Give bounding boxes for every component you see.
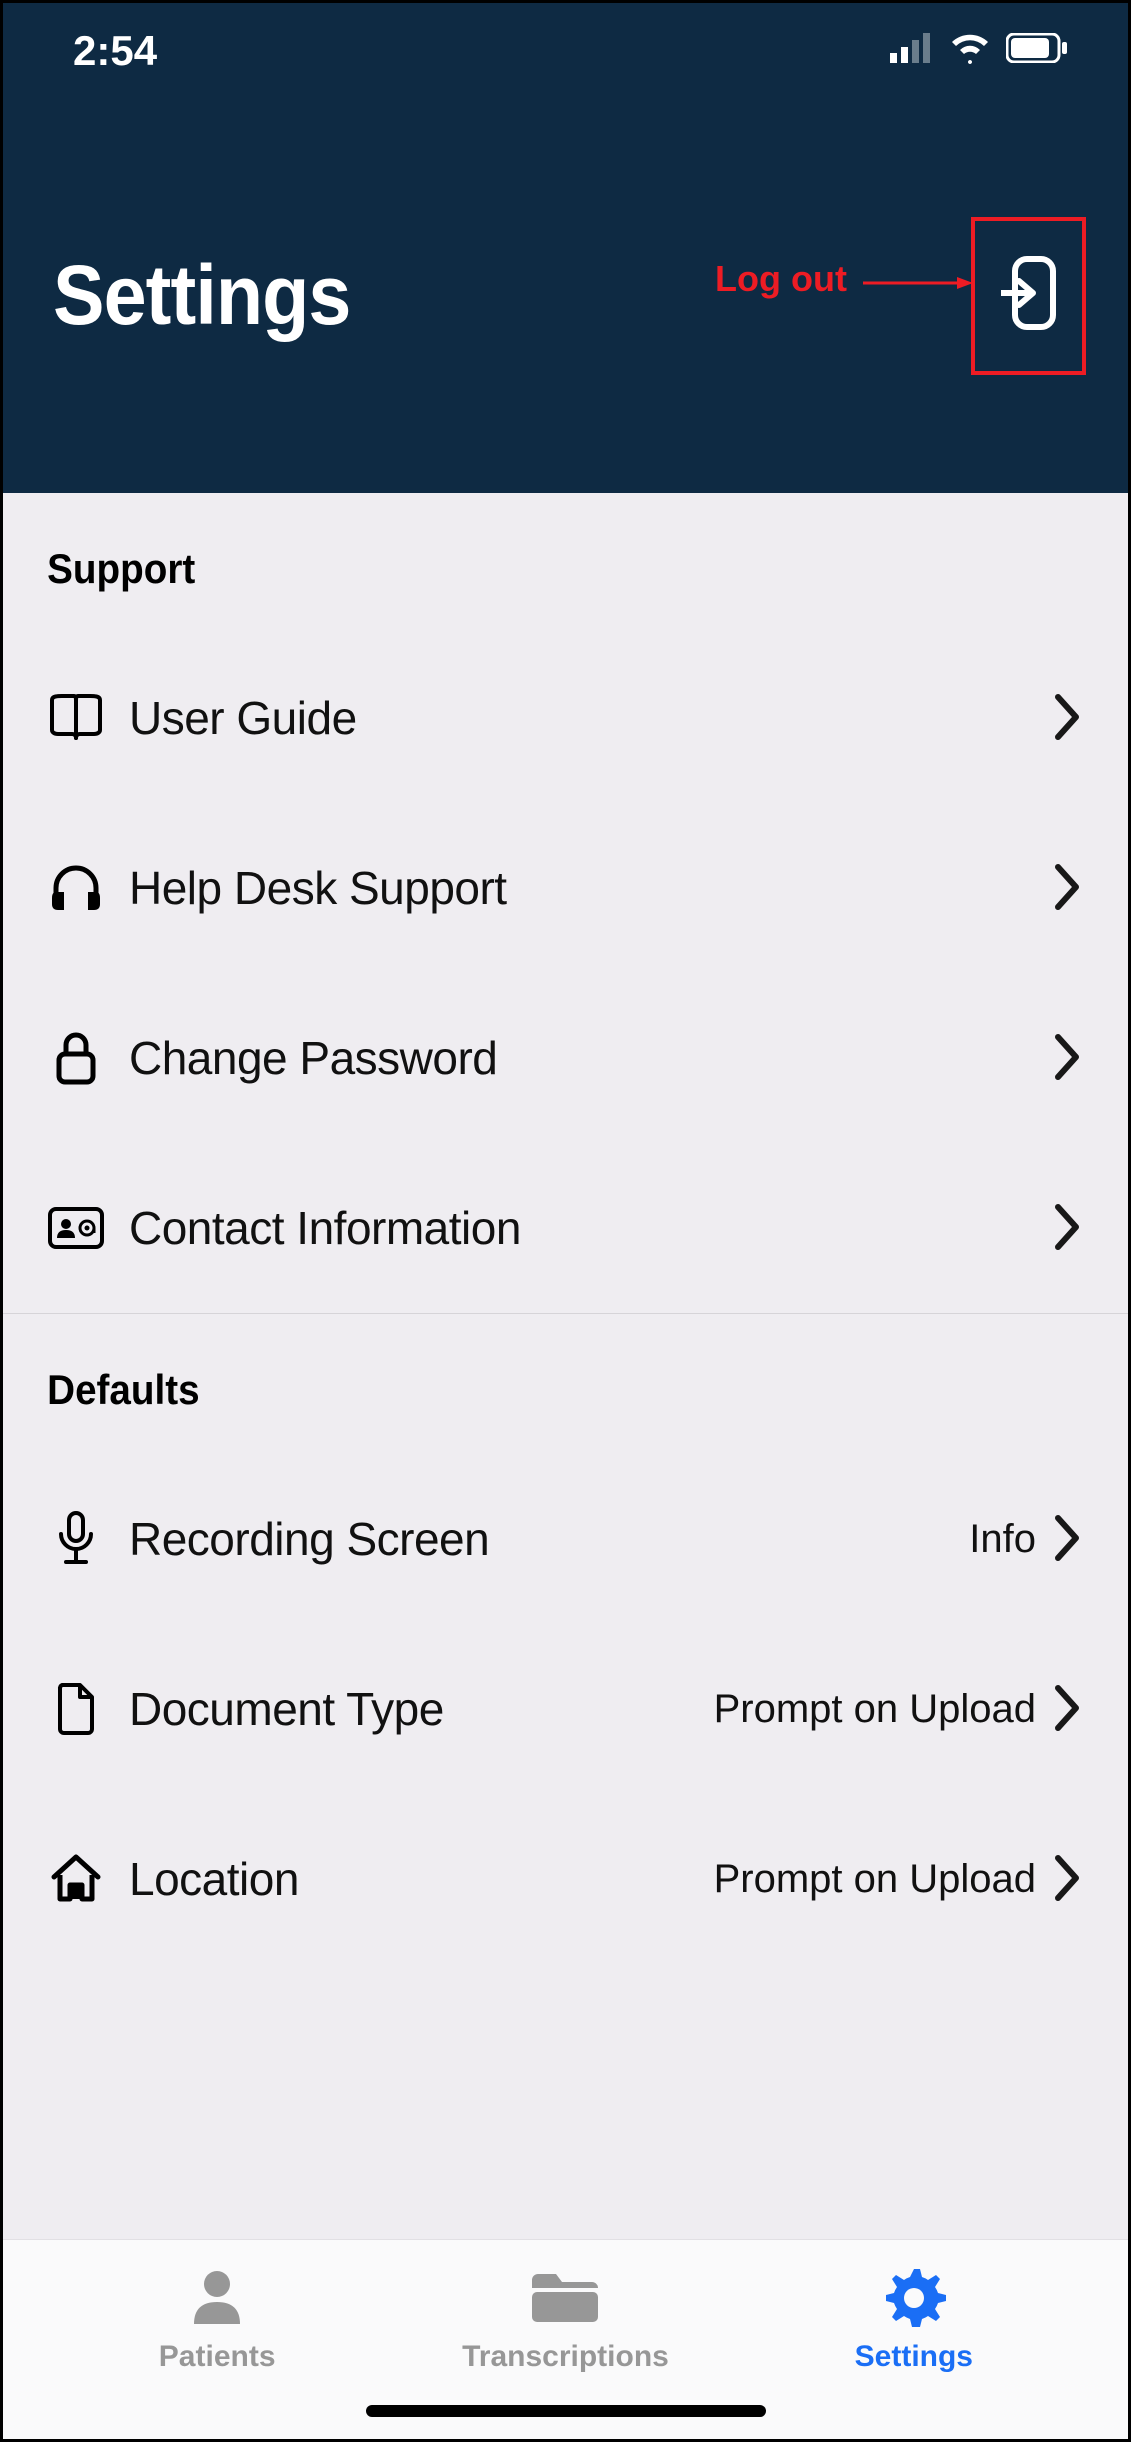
gear-icon bbox=[877, 2266, 951, 2328]
microphone-icon bbox=[47, 1510, 105, 1568]
item-value: Prompt on Upload bbox=[714, 1687, 1036, 1732]
header: Settings Log out bbox=[3, 98, 1128, 493]
logout-annotation-text: Log out bbox=[715, 258, 847, 300]
chevron-right-icon bbox=[1054, 863, 1084, 913]
chevron-right-icon bbox=[1054, 693, 1084, 743]
status-bar: 2:54 bbox=[3, 3, 1128, 98]
tab-transcriptions[interactable]: Transcriptions bbox=[391, 2266, 739, 2374]
item-label: Change Password bbox=[129, 1031, 1054, 1085]
chevron-right-icon bbox=[1054, 1514, 1084, 1564]
section-header-defaults: Defaults bbox=[3, 1314, 1038, 1454]
lock-icon bbox=[47, 1029, 105, 1087]
chevron-right-icon bbox=[1054, 1684, 1084, 1734]
item-location[interactable]: Location Prompt on Upload bbox=[3, 1794, 1128, 1964]
item-value: Prompt on Upload bbox=[714, 1857, 1036, 1902]
home-indicator[interactable] bbox=[366, 2405, 766, 2417]
item-recording-screen[interactable]: Recording Screen Info bbox=[3, 1454, 1128, 1624]
tab-patients[interactable]: Patients bbox=[43, 2266, 391, 2374]
logout-annotation: Log out bbox=[715, 258, 973, 300]
contact-card-icon bbox=[47, 1199, 105, 1257]
item-label: Help Desk Support bbox=[129, 861, 1054, 915]
item-label: Recording Screen bbox=[129, 1512, 969, 1566]
document-icon bbox=[47, 1680, 105, 1738]
settings-content: Support User Guide Help Desk Support bbox=[3, 493, 1128, 2239]
tab-label: Transcriptions bbox=[462, 2340, 669, 2374]
book-icon bbox=[47, 689, 105, 747]
logout-button[interactable] bbox=[971, 217, 1086, 375]
battery-icon bbox=[1006, 33, 1068, 68]
tab-settings[interactable]: Settings bbox=[740, 2266, 1088, 2374]
item-label: Contact Information bbox=[129, 1201, 1054, 1255]
chevron-right-icon bbox=[1054, 1033, 1084, 1083]
home-icon bbox=[47, 1850, 105, 1908]
item-label: Document Type bbox=[129, 1682, 714, 1736]
page-title: Settings bbox=[53, 247, 351, 344]
person-icon bbox=[180, 2266, 254, 2328]
item-label: User Guide bbox=[129, 691, 1054, 745]
arrow-right-icon bbox=[863, 258, 973, 300]
status-time: 2:54 bbox=[73, 27, 157, 75]
logout-icon bbox=[1001, 255, 1057, 336]
tab-label: Settings bbox=[855, 2340, 973, 2374]
cellular-icon bbox=[890, 33, 934, 68]
status-indicators bbox=[890, 32, 1068, 69]
item-contact-info[interactable]: Contact Information bbox=[3, 1143, 1128, 1313]
folder-icon bbox=[528, 2266, 602, 2328]
item-value: Info bbox=[969, 1517, 1036, 1562]
item-change-password[interactable]: Change Password bbox=[3, 973, 1128, 1143]
item-label: Location bbox=[129, 1852, 714, 1906]
item-help-desk[interactable]: Help Desk Support bbox=[3, 803, 1128, 973]
chevron-right-icon bbox=[1054, 1203, 1084, 1253]
tab-label: Patients bbox=[159, 2340, 276, 2374]
chevron-right-icon bbox=[1054, 1854, 1084, 1904]
wifi-icon bbox=[948, 32, 992, 69]
section-header-support: Support bbox=[3, 493, 1038, 633]
item-user-guide[interactable]: User Guide bbox=[3, 633, 1128, 803]
item-document-type[interactable]: Document Type Prompt on Upload bbox=[3, 1624, 1128, 1794]
headphones-icon bbox=[47, 859, 105, 917]
